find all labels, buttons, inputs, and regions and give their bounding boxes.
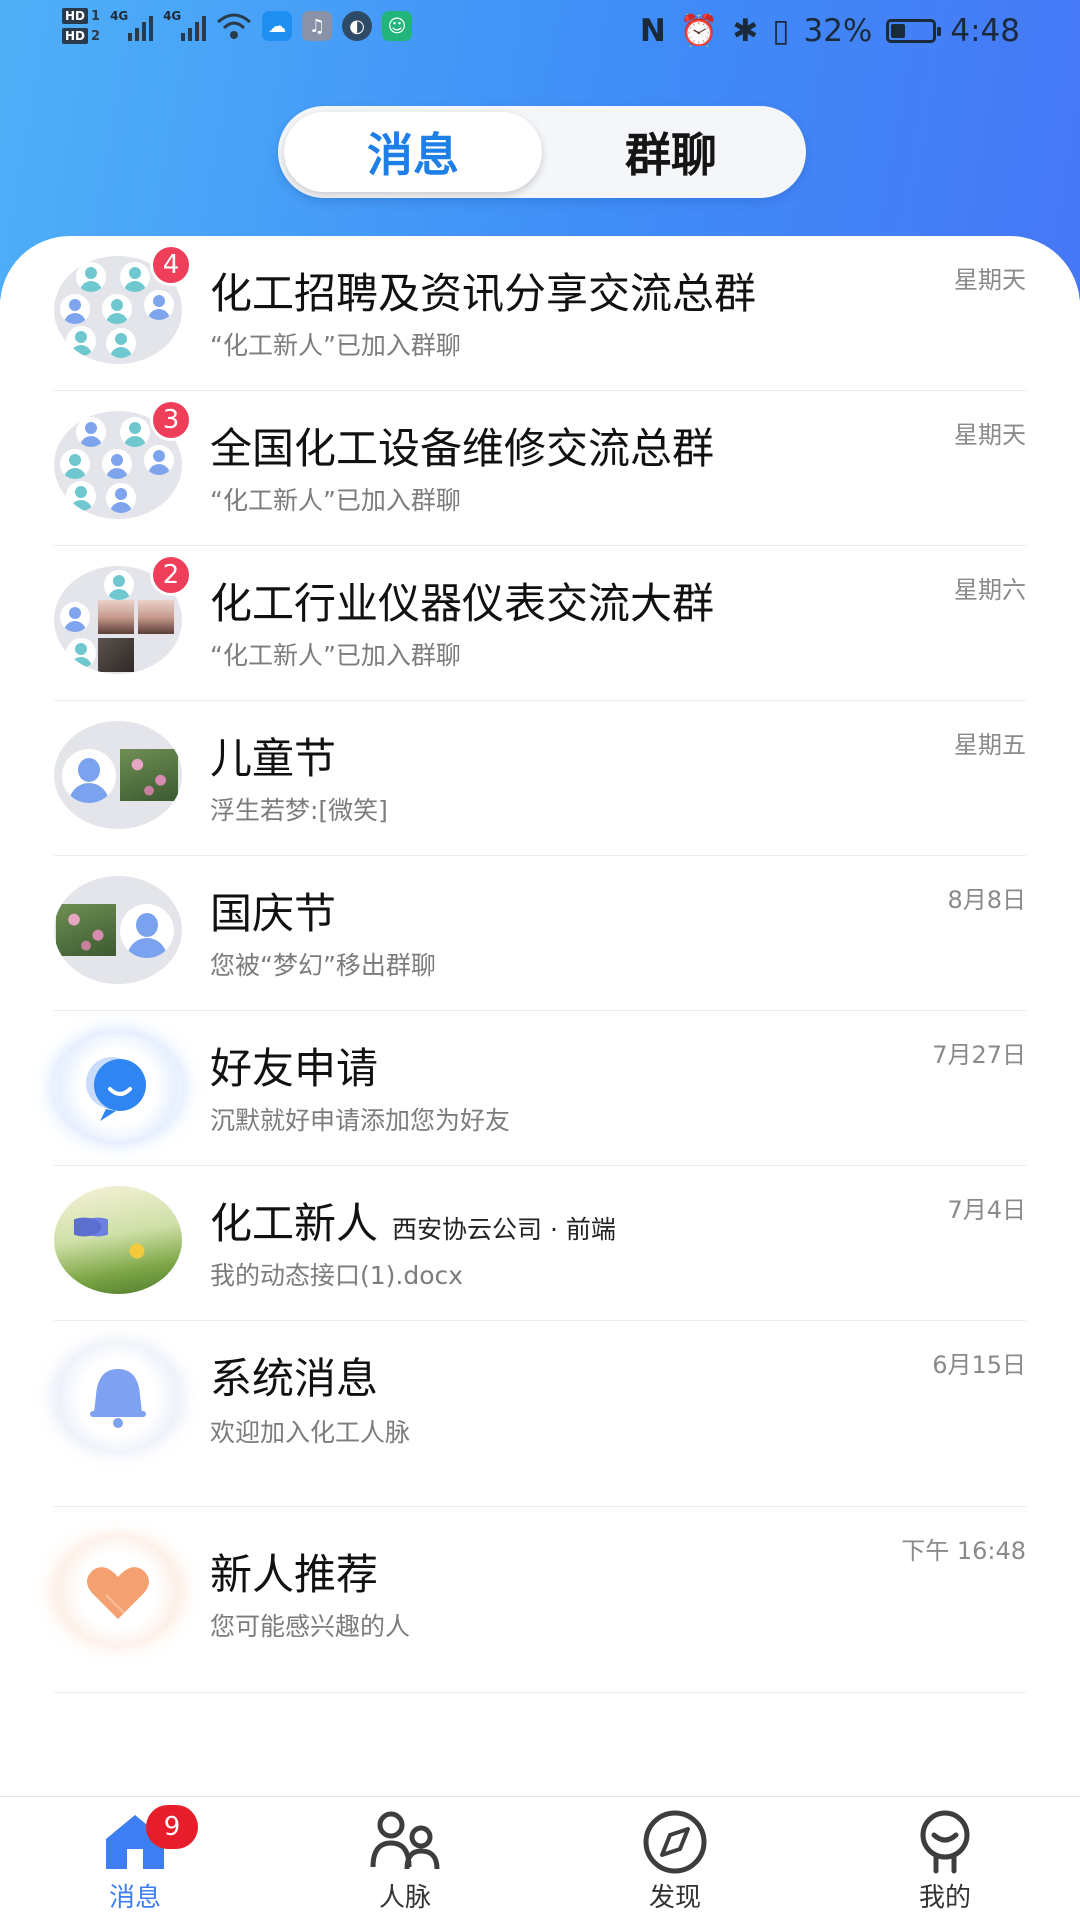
contacts-icon	[370, 1811, 440, 1870]
alarm-icon: ⏰	[679, 13, 719, 49]
weather-app-icon: ☁	[262, 11, 293, 41]
member-photo	[56, 904, 116, 956]
globe-app-icon: ◐	[342, 11, 373, 41]
conversation-time: 下午 16:48	[901, 1537, 1026, 1565]
wifi-icon	[217, 13, 252, 39]
butterfly-icon	[74, 1214, 108, 1240]
bell-icon	[90, 1369, 146, 1428]
bottom-tab-bar: 9 消息 人脉 发现 我的	[0, 1796, 1080, 1920]
unread-badge: 3	[150, 399, 192, 441]
conversation-title: 国庆节	[210, 889, 337, 938]
conversation-list: 4 化工招聘及资讯分享交流总群 “化工新人”已加入群聊 星期天 3 全国化工设备…	[0, 236, 1080, 1796]
member-photo	[120, 749, 178, 801]
flower-icon	[124, 1242, 150, 1260]
conversation-row[interactable]: 化工新人 西安协云公司 · 前端 我的动态接口(1).docx 7月4日	[54, 1166, 1026, 1321]
hd-icon: HD	[62, 8, 89, 24]
signal-icon: 4G	[163, 9, 207, 41]
signal-icon: 4G	[110, 9, 154, 41]
hd-sim-number: 1	[91, 8, 101, 24]
battery-percent: 32%	[803, 12, 873, 49]
group-avatar	[54, 876, 182, 984]
conversation-preview: 您可能感兴趣的人	[210, 1612, 411, 1641]
tab-messages[interactable]: 消息	[284, 112, 542, 192]
conversation-row[interactable]: 新人推荐 您可能感兴趣的人 下午 16:48	[54, 1507, 1026, 1693]
conversation-preview: 您被“梦幻”移出群聊	[210, 951, 436, 980]
conversation-time: 星期五	[954, 731, 1026, 759]
conversation-preview: 沉默就好申请添加您为好友	[210, 1106, 511, 1135]
contact-company: 西安协云公司 · 前端	[392, 1215, 616, 1244]
conversation-row[interactable]: 3 全国化工设备维修交流总群 “化工新人”已加入群聊 星期天	[54, 391, 1026, 546]
member-photo	[98, 638, 134, 672]
tab-discover-nav[interactable]: 发现	[540, 1797, 810, 1920]
recommendation-avatar	[54, 1537, 182, 1645]
music-app-icon: ♫	[302, 11, 333, 41]
tab-group-chats[interactable]: 群聊	[542, 112, 800, 192]
tab-label: 人脉	[378, 1883, 431, 1913]
unread-badge: 4	[150, 244, 192, 286]
conversation-time: 7月4日	[947, 1196, 1026, 1224]
hd-indicators: HD 1 HD 2	[62, 8, 100, 44]
status-bar: HD 1 HD 2 4G 4G ☁ ♫ ◐ ☺ N ⏰ ✱ ▯ 32% 4:48	[0, 0, 1080, 62]
compass-icon	[643, 1810, 707, 1874]
bluetooth-icon: ✱	[732, 12, 759, 49]
status-left: HD 1 HD 2 4G 4G ☁ ♫ ◐ ☺	[62, 8, 413, 44]
tab-label: 我的	[918, 1883, 971, 1913]
conversation-row[interactable]: 4 化工招聘及资讯分享交流总群 “化工新人”已加入群聊 星期天	[54, 236, 1026, 391]
heart-icon	[87, 1567, 149, 1619]
friend-request-avatar	[54, 1033, 182, 1141]
conversation-time: 星期天	[954, 421, 1026, 449]
vibrate-icon: ▯	[772, 12, 790, 49]
conversation-preview: 我的动态接口(1).docx	[210, 1261, 464, 1290]
tab-profile-nav[interactable]: 我的	[810, 1797, 1080, 1920]
conversation-title: 化工行业仪器仪表交流大群	[210, 579, 715, 628]
member-photo	[138, 600, 174, 634]
hd-sim-number: 2	[91, 28, 101, 44]
nfc-icon: N	[639, 12, 666, 49]
conversation-preview: “化工新人”已加入群聊	[210, 486, 461, 515]
segmented-control: 消息 群聊	[278, 106, 806, 198]
conversation-time: 星期天	[954, 266, 1026, 294]
group-avatar	[54, 721, 182, 829]
conversation-preview: “化工新人”已加入群聊	[210, 331, 461, 360]
conversation-title: 化工招聘及资讯分享交流总群	[210, 269, 757, 318]
user-avatar	[54, 1186, 182, 1294]
system-message-avatar	[54, 1343, 182, 1451]
conversation-preview: 欢迎加入化工人脉	[210, 1418, 411, 1447]
tab-label: 发现	[648, 1883, 701, 1913]
status-right: N ⏰ ✱ ▯ 32% 4:48	[639, 12, 1020, 50]
conversation-row[interactable]: 系统消息 欢迎加入化工人脉 6月15日	[54, 1321, 1026, 1507]
battery-level	[891, 23, 906, 38]
profile-icon	[920, 1810, 970, 1874]
battery-icon	[886, 18, 942, 43]
clock: 4:48	[950, 12, 1020, 49]
hd-icon: HD	[62, 28, 89, 44]
tab-label: 消息	[108, 1883, 161, 1913]
chat-bubble-icon	[86, 1057, 146, 1121]
conversation-row[interactable]: 儿童节 浮生若梦:[微笑] 星期五	[54, 701, 1026, 856]
network-type: 4G	[163, 9, 182, 23]
conversation-row[interactable]: 国庆节 您被“梦幻”移出群聊 8月8日	[54, 856, 1026, 1011]
conversation-title: 全国化工设备维修交流总群	[210, 424, 715, 473]
unread-badge: 2	[150, 554, 192, 596]
unread-total-badge: 9	[146, 1805, 198, 1849]
conversation-row[interactable]: 2 化工行业仪器仪表交流大群 “化工新人”已加入群聊 星期六	[54, 546, 1026, 701]
tab-messages-nav[interactable]: 9 消息	[0, 1797, 270, 1920]
conversation-title: 儿童节	[210, 734, 337, 783]
shield-app-icon: ☺	[382, 11, 413, 41]
conversation-preview: 浮生若梦:[微笑]	[210, 796, 388, 825]
conversation-row[interactable]: 好友申请 沉默就好申请添加您为好友 7月27日	[54, 1011, 1026, 1166]
contact-name: 化工新人	[210, 1199, 379, 1248]
conversation-preview: “化工新人”已加入群聊	[210, 641, 461, 670]
conversation-time: 7月27日	[932, 1041, 1026, 1069]
tab-contacts-nav[interactable]: 人脉	[270, 1797, 540, 1920]
conversation-time: 6月15日	[932, 1351, 1026, 1379]
network-type: 4G	[110, 9, 129, 23]
conversation-title: 好友申请	[210, 1044, 379, 1093]
conversation-title: 新人推荐	[210, 1550, 379, 1599]
conversation-title: 化工新人 西安协云公司 · 前端	[210, 1190, 616, 1251]
conversation-time: 8月8日	[947, 886, 1026, 914]
conversation-time: 星期六	[954, 576, 1026, 604]
member-photo	[98, 600, 134, 634]
conversation-title: 系统消息	[210, 1354, 379, 1403]
